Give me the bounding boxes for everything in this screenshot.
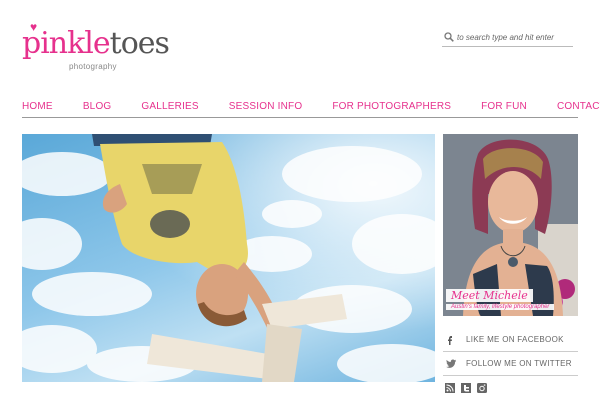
nav-item-for-photographers[interactable]: FOR PHOTOGRAPHERS [332, 100, 451, 114]
twitter-icon[interactable] [461, 383, 471, 393]
twitter-icon [445, 358, 457, 370]
twitter-label[interactable]: FOLLOW ME ON TWITTER [466, 359, 572, 368]
search-box [442, 30, 573, 47]
rss-icon[interactable] [445, 383, 455, 393]
logo-text-gray: toes [109, 26, 170, 61]
facebook-icon [445, 334, 457, 346]
nav-item-blog[interactable]: BLOG [83, 100, 112, 114]
meet-subtitle: Austin's family, lifestyle photographer [446, 304, 555, 310]
logo-wordmark: pinkletoes [22, 26, 170, 61]
nav-item-home[interactable]: HOME [22, 100, 53, 114]
nav-item-session-info[interactable]: SESSION INFO [229, 100, 303, 114]
social-icon-row [445, 383, 487, 395]
instagram-icon[interactable] [477, 383, 487, 393]
hero-photo[interactable] [22, 134, 435, 382]
facebook-label[interactable]: LIKE ME ON FACEBOOK [466, 335, 564, 344]
meet-title[interactable]: Meet Michele [446, 289, 533, 302]
facebook-link[interactable]: LIKE ME ON FACEBOOK [443, 328, 578, 352]
logo-text-pink: pinkle [22, 26, 111, 61]
hero-illustration [22, 134, 435, 382]
main-nav: HOME BLOG GALLERIES SESSION INFO FOR PHO… [22, 100, 600, 118]
search-icon[interactable] [444, 32, 454, 42]
nav-item-galleries[interactable]: GALLERIES [141, 100, 198, 114]
nav-item-contact[interactable]: CONTACT [557, 100, 600, 114]
search-input[interactable] [457, 30, 571, 45]
logo-subtitle: photography [69, 62, 117, 71]
nav-item-for-fun[interactable]: FOR FUN [481, 100, 527, 114]
meet-caption[interactable]: Meet Michele Austin's family, lifestyle … [443, 288, 578, 316]
twitter-link[interactable]: FOLLOW ME ON TWITTER [443, 352, 578, 376]
site-logo[interactable]: ♥ pinkletoes photography [22, 20, 170, 80]
